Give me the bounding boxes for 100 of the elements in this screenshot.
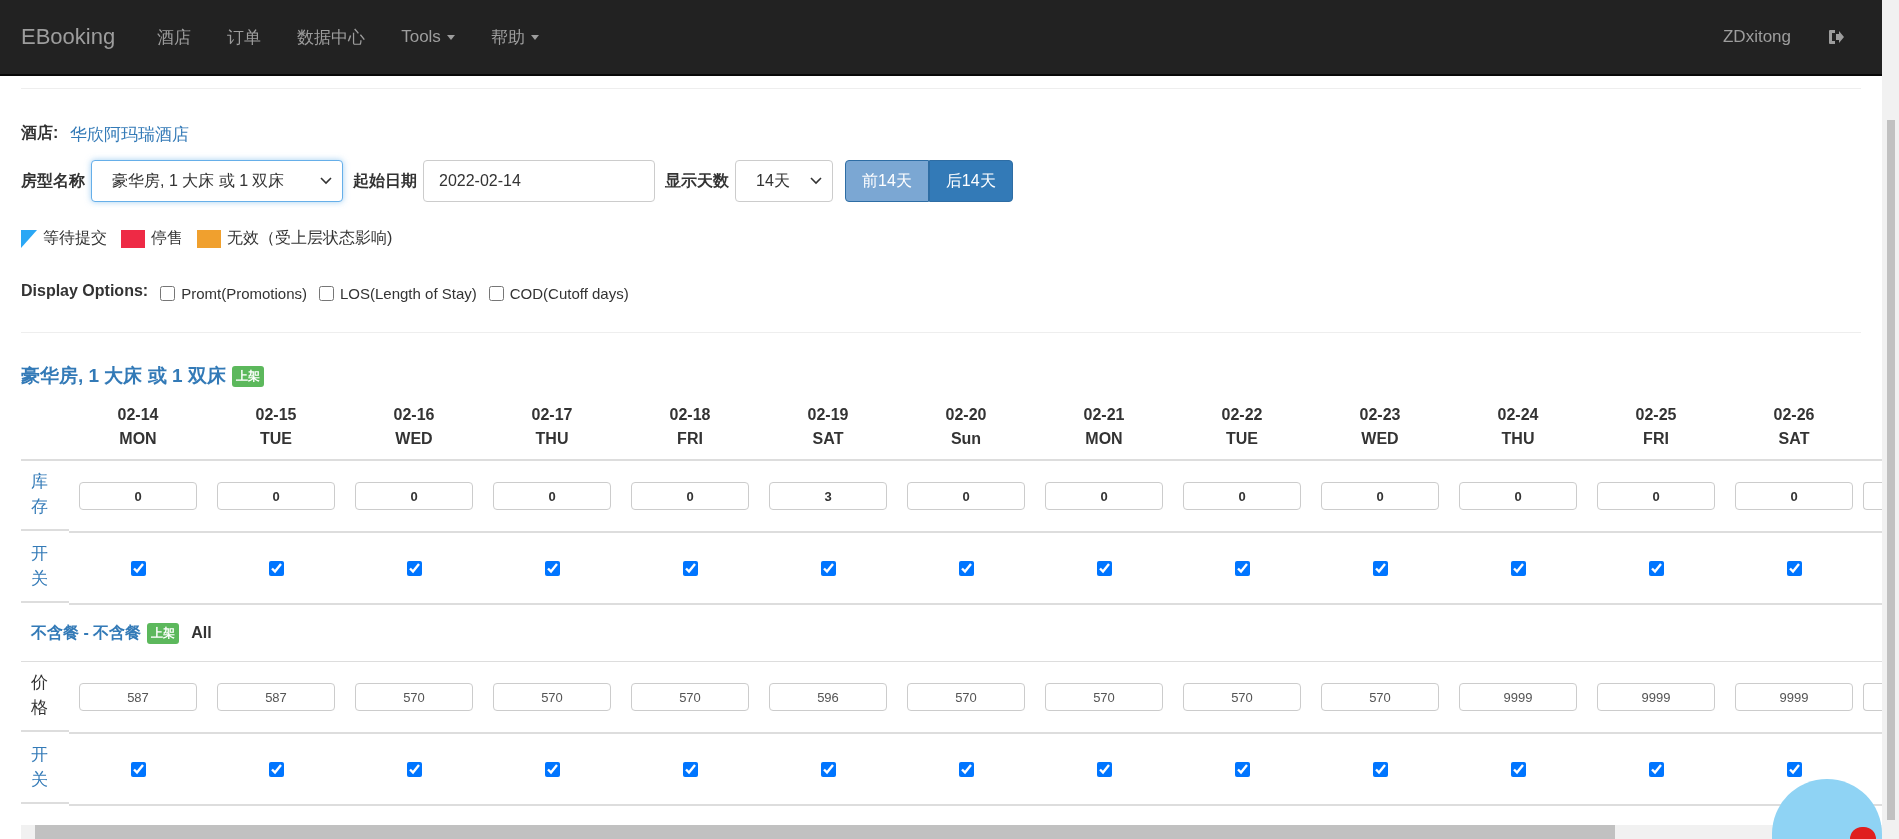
date-header: 02-14 MON bbox=[69, 403, 207, 461]
switch-checkbox[interactable] bbox=[958, 761, 974, 777]
price-input[interactable]: 570 bbox=[493, 683, 611, 711]
switch-checkbox[interactable] bbox=[1510, 761, 1526, 777]
inventory-input[interactable]: 0 bbox=[631, 482, 749, 510]
switch-checkbox[interactable] bbox=[1234, 761, 1250, 777]
nav-link[interactable]: Tools bbox=[383, 27, 473, 47]
hotel-label: 酒店: bbox=[21, 123, 59, 143]
date-header: 02-17 THU bbox=[483, 403, 621, 461]
date-header: 02-22 TUE bbox=[1173, 403, 1311, 461]
logout-icon[interactable] bbox=[1827, 28, 1845, 46]
start-date-input[interactable]: 2022-02-14 bbox=[423, 160, 655, 202]
date-header: 02-16 WED bbox=[345, 403, 483, 461]
price-input[interactable]: 587 bbox=[217, 683, 335, 711]
price-input[interactable]: 596 bbox=[769, 683, 887, 711]
inventory-input[interactable]: 0 bbox=[907, 482, 1025, 510]
switch-checkbox[interactable] bbox=[544, 761, 560, 777]
rate-plan-name: 不含餐 - 不含餐 bbox=[31, 622, 142, 643]
inventory-input[interactable]: 3 bbox=[769, 482, 887, 510]
row-label: 开关 bbox=[31, 744, 48, 791]
date-header: 02-25 FRI bbox=[1587, 403, 1725, 461]
switch-checkbox[interactable] bbox=[1372, 560, 1388, 576]
option-checkbox[interactable] bbox=[488, 286, 504, 301]
inventory-input[interactable]: 0 bbox=[1321, 482, 1439, 510]
date-header: 02-24 THU bbox=[1449, 403, 1587, 461]
row-label: 价格 bbox=[31, 672, 48, 719]
switch-checkbox[interactable] bbox=[682, 560, 698, 576]
switch-checkbox[interactable] bbox=[406, 761, 422, 777]
inventory-input[interactable]: 0 bbox=[1459, 482, 1577, 510]
price-input[interactable]: 570 bbox=[631, 683, 749, 711]
date-header: 02-26 SAT bbox=[1725, 403, 1863, 461]
switch-checkbox[interactable] bbox=[130, 560, 146, 576]
price-input[interactable]: 570 bbox=[1183, 683, 1301, 711]
vertical-scrollbar[interactable] bbox=[1882, 0, 1899, 839]
page-button[interactable]: 后14天 bbox=[928, 160, 1013, 202]
switch-checkbox[interactable] bbox=[130, 761, 146, 777]
price-input[interactable]: 9999 bbox=[1597, 683, 1715, 711]
switch-checkbox[interactable] bbox=[1648, 560, 1664, 576]
chevron-icon bbox=[810, 177, 822, 185]
switch-checkbox[interactable] bbox=[1648, 761, 1664, 777]
price-input[interactable]: 570 bbox=[1321, 683, 1439, 711]
option-checkbox[interactable] bbox=[319, 286, 334, 301]
scope-label: All bbox=[191, 624, 212, 642]
days-label: 显示天数 bbox=[665, 170, 729, 191]
date-header: 02-23 WED bbox=[1311, 403, 1449, 461]
switch-checkbox[interactable] bbox=[268, 560, 284, 576]
legend-label: 停售 bbox=[151, 228, 183, 248]
chat-bubble[interactable] bbox=[1772, 779, 1882, 839]
switch-checkbox[interactable] bbox=[820, 761, 836, 777]
brand-link[interactable]: EBooking bbox=[21, 24, 116, 50]
option-label: COD(Cutoff days) bbox=[509, 285, 629, 302]
price-input[interactable]: 587 bbox=[79, 683, 197, 711]
nav-link[interactable]: 数据中心 bbox=[279, 25, 384, 49]
date-header: 02-21 MON bbox=[1035, 403, 1173, 461]
user-link[interactable]: ZDxitong bbox=[1722, 27, 1791, 47]
price-input[interactable]: 570 bbox=[907, 683, 1025, 711]
switch-checkbox[interactable] bbox=[958, 560, 974, 576]
inventory-input[interactable]: 0 bbox=[217, 482, 335, 510]
date-header: 02-18 FRI bbox=[621, 403, 759, 461]
nav-link[interactable]: 帮助 bbox=[472, 25, 557, 49]
switch-checkbox[interactable] bbox=[1234, 560, 1250, 576]
inventory-input[interactable]: 0 bbox=[355, 482, 473, 510]
days-select[interactable]: 14天 bbox=[735, 160, 833, 202]
price-input[interactable]: 9999 bbox=[1735, 683, 1853, 711]
switch-checkbox[interactable] bbox=[1096, 560, 1112, 576]
switch-checkbox[interactable] bbox=[820, 560, 836, 576]
nav-link[interactable]: 酒店 bbox=[139, 25, 210, 49]
caret-icon bbox=[446, 34, 455, 40]
switch-checkbox[interactable] bbox=[268, 761, 284, 777]
inventory-input[interactable]: 0 bbox=[1045, 482, 1163, 510]
switch-checkbox[interactable] bbox=[682, 761, 698, 777]
switch-checkbox[interactable] bbox=[1786, 761, 1802, 777]
start-date-label: 起始日期 bbox=[353, 170, 417, 191]
room-title: 豪华房, 1 大床 或 1 双床 bbox=[21, 364, 226, 388]
inventory-input[interactable]: 0 bbox=[1735, 482, 1853, 510]
hotel-link[interactable]: 华欣阿玛瑞酒店 bbox=[70, 123, 190, 146]
date-header: 02-19 SAT bbox=[759, 403, 897, 461]
price-input[interactable]: 9999 bbox=[1459, 683, 1577, 711]
inventory-input[interactable]: 0 bbox=[493, 482, 611, 510]
option-checkbox[interactable] bbox=[160, 286, 176, 301]
option-label: LOS(Length of Stay) bbox=[340, 285, 477, 302]
switch-checkbox[interactable] bbox=[1372, 761, 1388, 777]
row-label: 库存 bbox=[31, 471, 48, 518]
inventory-input[interactable]: 0 bbox=[1183, 482, 1301, 510]
date-header: 02-15 TUE bbox=[207, 403, 345, 461]
switch-checkbox[interactable] bbox=[406, 560, 422, 576]
inventory-input[interactable]: 0 bbox=[79, 482, 197, 510]
room-type-label: 房型名称 bbox=[21, 170, 85, 191]
inventory-input[interactable]: 0 bbox=[1597, 482, 1715, 510]
nav-link[interactable]: 订单 bbox=[209, 25, 280, 49]
switch-checkbox[interactable] bbox=[1510, 560, 1526, 576]
price-input[interactable]: 570 bbox=[1045, 683, 1163, 711]
room-type-select[interactable]: 豪华房, 1 大床 或 1 双床 bbox=[91, 160, 343, 202]
price-input[interactable]: 570 bbox=[355, 683, 473, 711]
switch-checkbox[interactable] bbox=[1786, 560, 1802, 576]
switch-checkbox[interactable] bbox=[1096, 761, 1112, 777]
option-label: Promt(Promotions) bbox=[181, 285, 307, 302]
status-badge: 上架 bbox=[147, 622, 180, 644]
switch-checkbox[interactable] bbox=[544, 560, 560, 576]
chevron-icon bbox=[320, 177, 332, 185]
